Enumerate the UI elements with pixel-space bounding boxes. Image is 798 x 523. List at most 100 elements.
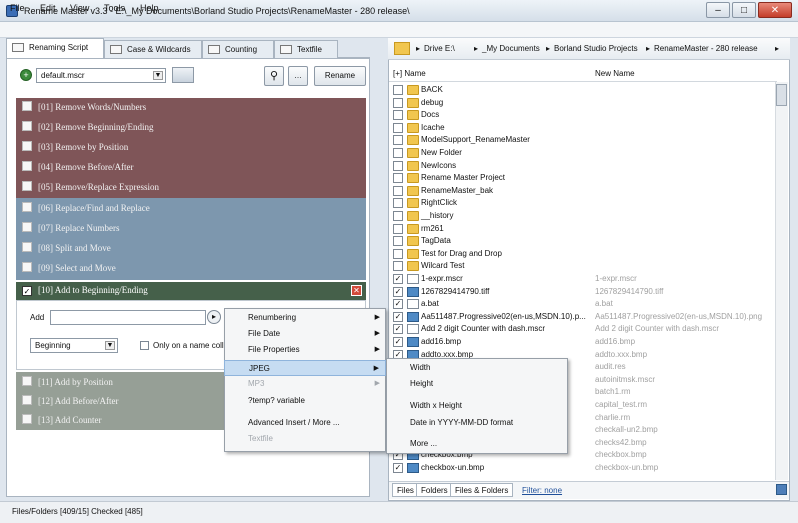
method-checkbox[interactable] bbox=[22, 414, 32, 424]
checkbox[interactable] bbox=[393, 160, 403, 171]
method-checkbox[interactable] bbox=[22, 181, 32, 191]
method-06[interactable]: [06] Replace/Find and Replace bbox=[16, 200, 366, 218]
folder-row[interactable]: RenameMaster_bak bbox=[389, 185, 773, 198]
jpeg-submenu-item[interactable]: Height bbox=[386, 376, 568, 392]
column-name[interactable]: [+] Name bbox=[393, 66, 426, 82]
folder-row[interactable]: Test for Drag and Drop bbox=[389, 248, 773, 261]
minimize-button[interactable]: – bbox=[706, 2, 730, 18]
add-method-icon[interactable]: + bbox=[20, 69, 32, 81]
checkbox-checked[interactable]: ✓ bbox=[393, 311, 403, 322]
checkbox-checked[interactable]: ✓ bbox=[22, 286, 32, 296]
search-icon[interactable]: ⚲ bbox=[264, 66, 284, 86]
folder-row[interactable]: Icache bbox=[389, 122, 773, 135]
method-07[interactable]: [07] Replace Numbers bbox=[16, 220, 366, 238]
method-02[interactable]: [02] Remove Beginning/Ending bbox=[16, 119, 366, 137]
checkbox[interactable] bbox=[393, 135, 403, 146]
method-checkbox[interactable] bbox=[22, 121, 32, 131]
method-checkbox[interactable] bbox=[22, 262, 32, 272]
method-03[interactable]: [03] Remove by Position bbox=[16, 139, 366, 157]
context-menu-item[interactable]: Renumbering ▶ bbox=[224, 310, 386, 326]
tab-files[interactable]: Files bbox=[392, 483, 419, 497]
file-row[interactable]: ✓ 1267829414790.tiff 1267829414790.tiff bbox=[389, 286, 773, 299]
folder-up-icon[interactable] bbox=[394, 42, 410, 55]
scrollbar-thumb[interactable] bbox=[776, 84, 787, 106]
folder-row[interactable]: New Folder bbox=[389, 147, 773, 160]
file-row[interactable]: ✓ 1-expr.mscr 1-expr.mscr bbox=[389, 273, 773, 286]
menu-edit[interactable]: Edit bbox=[40, 3, 56, 13]
method-checkbox[interactable] bbox=[22, 141, 32, 151]
jpeg-submenu-item[interactable]: More ... bbox=[386, 436, 568, 452]
method-checkbox[interactable] bbox=[22, 376, 32, 386]
checkbox[interactable] bbox=[393, 261, 403, 272]
breadcrumb-borland[interactable]: Borland Studio Projects bbox=[554, 44, 638, 53]
breadcrumb-renamemaster[interactable]: RenameMaster - 280 release bbox=[654, 44, 758, 53]
method-checkbox[interactable] bbox=[22, 222, 32, 232]
tab-folders[interactable]: Folders bbox=[416, 483, 453, 497]
checkbox[interactable] bbox=[393, 248, 403, 259]
jpeg-submenu-item[interactable]: Width bbox=[386, 360, 568, 376]
close-icon[interactable]: ✕ bbox=[351, 285, 362, 296]
folder-row[interactable]: rm261 bbox=[389, 223, 773, 236]
menu-help[interactable]: Help bbox=[140, 3, 159, 13]
menu-tools[interactable]: Tools bbox=[104, 3, 125, 13]
file-list-scrollbar[interactable] bbox=[775, 82, 788, 480]
breadcrumb-drive[interactable]: Drive E:\ bbox=[424, 44, 455, 53]
checkbox[interactable] bbox=[393, 85, 403, 95]
folder-row[interactable]: Wilcard Test bbox=[389, 260, 773, 273]
checkbox[interactable] bbox=[393, 223, 403, 234]
method-09[interactable]: [09] Select and Move bbox=[16, 260, 366, 278]
checkbox[interactable] bbox=[393, 173, 403, 184]
checkbox[interactable] bbox=[393, 122, 403, 133]
jpeg-submenu-item[interactable]: Date in YYYY-MM-DD format bbox=[386, 415, 568, 431]
rename-button[interactable]: Rename bbox=[314, 66, 366, 86]
folder-row[interactable]: BACK bbox=[389, 84, 773, 97]
menu-file[interactable]: File bbox=[10, 3, 25, 13]
filter-link[interactable]: Filter: none bbox=[522, 486, 562, 495]
tab-case-wildcards[interactable]: Case & Wildcards bbox=[104, 40, 202, 58]
method-01[interactable]: [01] Remove Words/Numbers bbox=[16, 99, 366, 117]
checkbox-checked[interactable]: ✓ bbox=[393, 299, 403, 310]
preview-button[interactable]: … bbox=[288, 66, 308, 86]
checkbox[interactable] bbox=[393, 211, 403, 221]
folder-row[interactable]: debug bbox=[389, 97, 773, 110]
maximize-button[interactable]: □ bbox=[732, 2, 756, 18]
context-menu-item[interactable]: File Date ▶ bbox=[224, 326, 386, 342]
checkbox[interactable] bbox=[393, 148, 403, 158]
context-menu-item[interactable]: JPEG ▶ bbox=[224, 360, 386, 376]
folder-row[interactable]: __history bbox=[389, 210, 773, 223]
insert-arrow-icon[interactable]: ▸ bbox=[207, 310, 221, 324]
checkbox-checked[interactable]: ✓ bbox=[393, 286, 403, 297]
add-text-input[interactable] bbox=[50, 310, 206, 325]
checkbox-checked[interactable]: ✓ bbox=[393, 337, 403, 347]
checkbox[interactable] bbox=[393, 185, 403, 196]
column-new-name[interactable]: New Name bbox=[595, 66, 635, 82]
folder-row[interactable]: TagData bbox=[389, 235, 773, 248]
method-04[interactable]: [04] Remove Before/After bbox=[16, 159, 366, 177]
checkbox[interactable] bbox=[393, 236, 403, 247]
tab-counting[interactable]: Counting bbox=[202, 40, 274, 58]
position-select[interactable]: Beginning ▼ bbox=[30, 338, 118, 353]
script-file-combo[interactable]: default.mscr ▼ bbox=[36, 68, 166, 83]
folder-row[interactable]: Rename Master Project bbox=[389, 172, 773, 185]
checkbox[interactable] bbox=[393, 198, 403, 209]
filter-options-icon[interactable] bbox=[776, 484, 787, 495]
method-checkbox[interactable] bbox=[22, 202, 32, 212]
jpeg-submenu-item[interactable]: Width x Height bbox=[386, 398, 568, 414]
checkbox-checked[interactable]: ✓ bbox=[393, 463, 403, 473]
file-row[interactable]: ✓ add16.bmp add16.bmp bbox=[389, 336, 773, 349]
checkbox-checked[interactable]: ✓ bbox=[393, 274, 403, 284]
method-10-header[interactable]: ✓ [10] Add to Beginning/Ending ✕ bbox=[16, 282, 366, 300]
menu-view[interactable]: View bbox=[70, 3, 89, 13]
context-menu-item[interactable]: File Properties ▶ bbox=[224, 342, 386, 358]
script-menu-icon[interactable] bbox=[172, 67, 194, 83]
method-05[interactable]: [05] Remove/Replace Expression bbox=[16, 179, 366, 197]
file-row[interactable]: ✓ Add 2 digit Counter with dash.mscr Add 2… bbox=[389, 323, 773, 336]
folder-row[interactable]: Docs bbox=[389, 109, 773, 122]
method-checkbox[interactable] bbox=[22, 395, 32, 405]
method-checkbox[interactable] bbox=[22, 101, 32, 111]
name-collision-checkbox[interactable] bbox=[140, 341, 149, 350]
folder-row[interactable]: ModelSupport_RenameMaster bbox=[389, 134, 773, 147]
tab-files-folders[interactable]: Files & Folders bbox=[450, 483, 514, 497]
method-checkbox[interactable] bbox=[22, 242, 32, 252]
tab-renaming-script[interactable]: Renaming Script bbox=[6, 38, 104, 59]
